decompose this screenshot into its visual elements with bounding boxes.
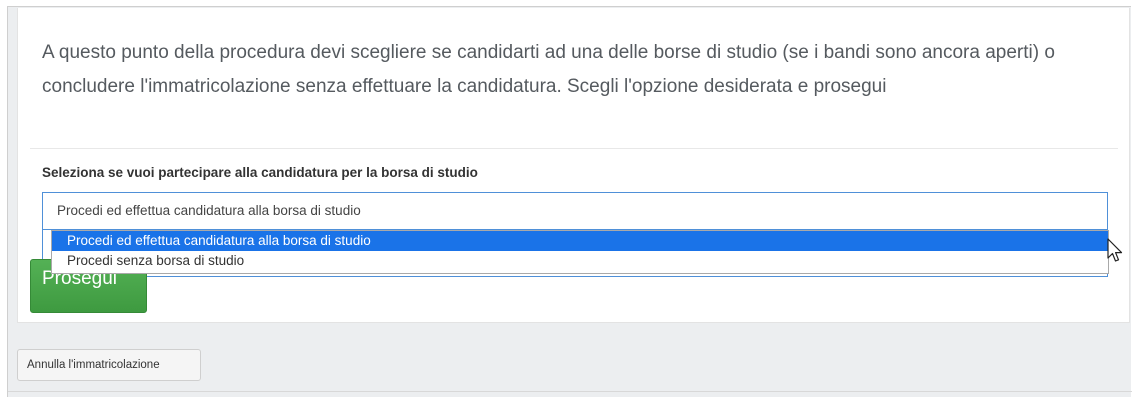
bottom-divider — [8, 391, 1132, 392]
page-frame: A questo punto della procedura devi sceg… — [7, 6, 1132, 397]
scholarship-select[interactable]: Procedi ed effettua candidatura alla bor… — [42, 192, 1108, 230]
mouse-pointer-icon — [1107, 238, 1123, 262]
scholarship-select-label: Seleziona se vuoi partecipare alla candi… — [42, 165, 478, 180]
annulla-immatricolazione-button[interactable]: Annulla l'immatricolazione — [17, 349, 201, 381]
dropdown-option-candidatura[interactable]: Procedi ed effettua candidatura alla bor… — [52, 231, 1108, 251]
dropdown-option-senza-borsa[interactable]: Procedi senza borsa di studio — [52, 251, 1108, 271]
main-panel: A questo punto della procedura devi sceg… — [17, 8, 1130, 323]
intro-text: A questo punto della procedura devi sceg… — [42, 42, 1055, 97]
scholarship-dropdown-list[interactable]: Procedi ed effettua candidatura alla bor… — [51, 230, 1109, 274]
divider — [30, 148, 1118, 149]
